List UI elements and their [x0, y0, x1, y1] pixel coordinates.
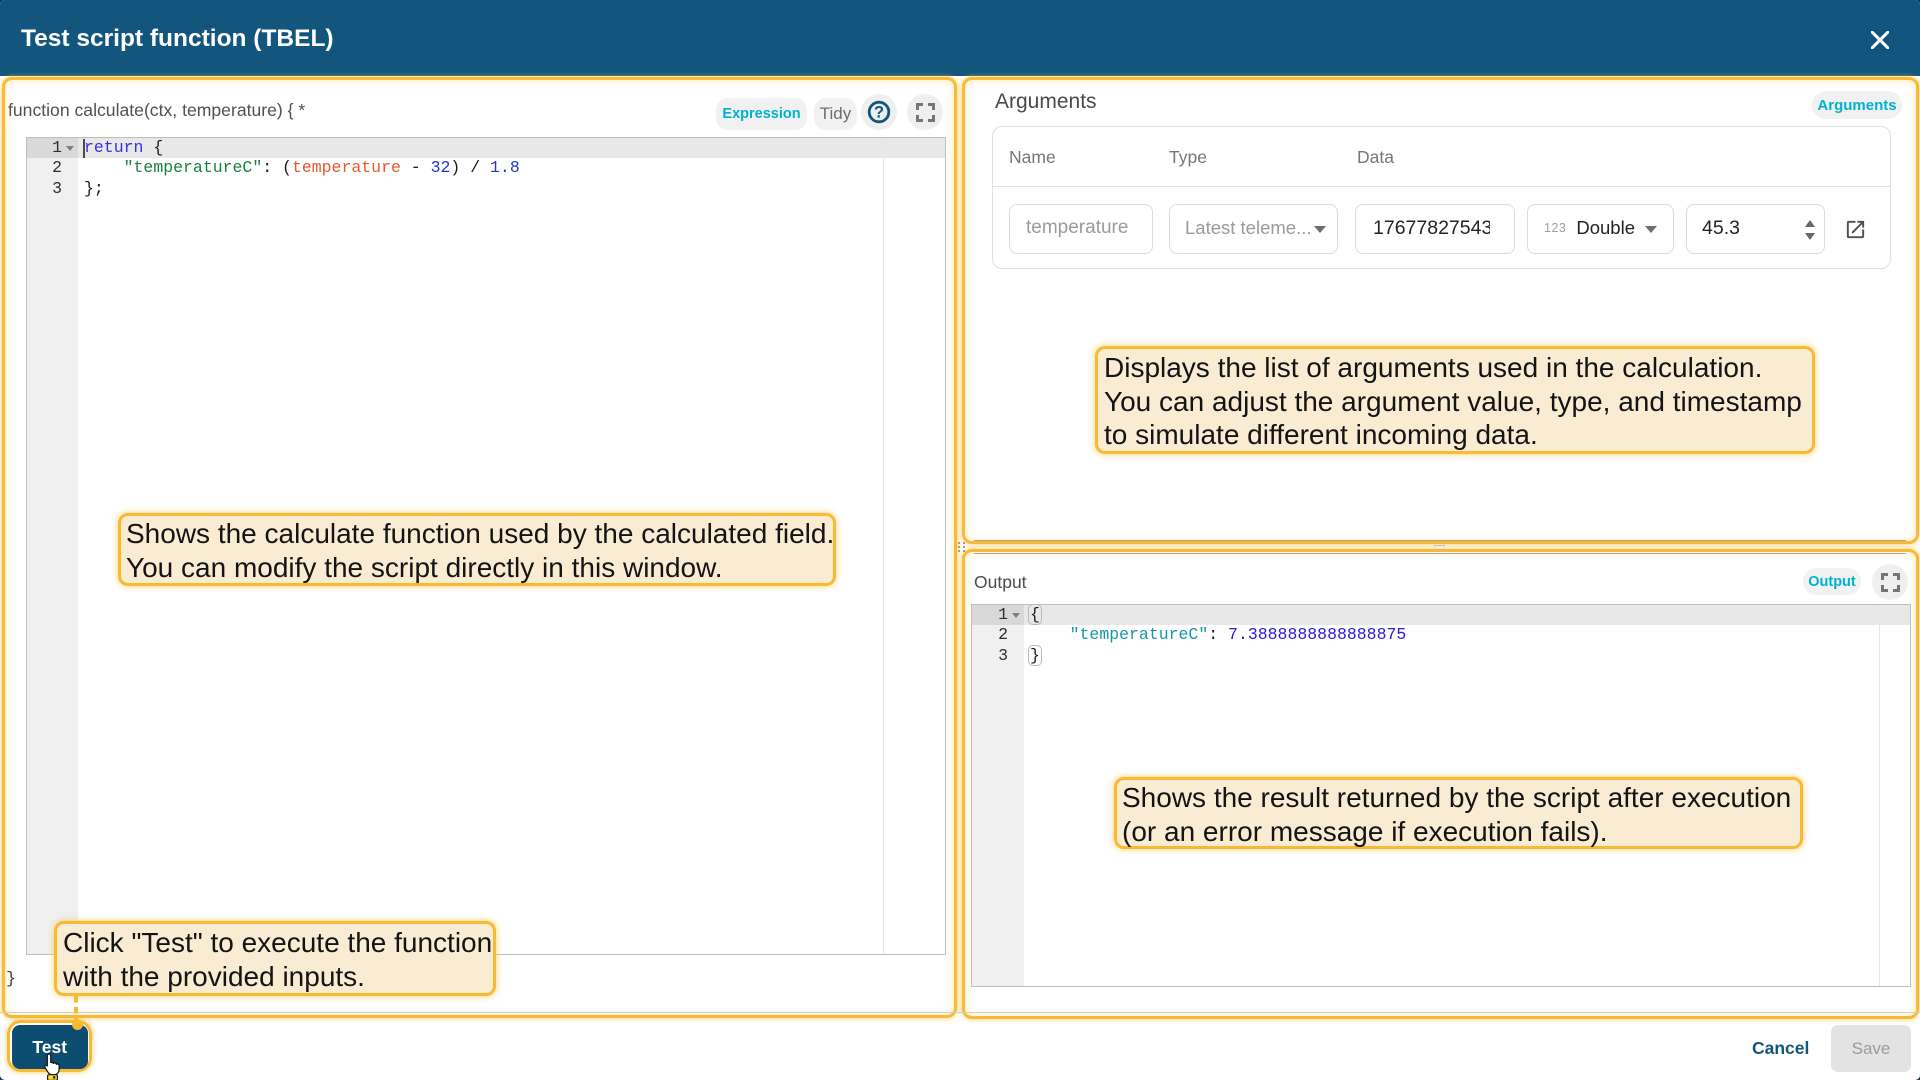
svg-text:?: ? [874, 104, 884, 122]
